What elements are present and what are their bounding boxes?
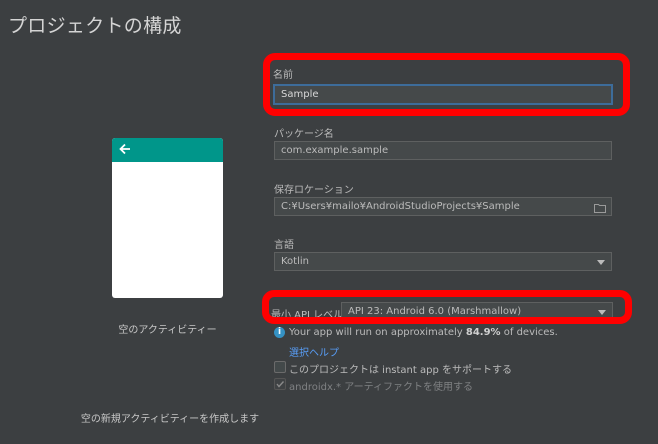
instant-app-label[interactable]: このプロジェクトは instant app をサポートする xyxy=(289,361,512,376)
package-name-input[interactable]: com.example.sample xyxy=(274,141,612,160)
coverage-prefix: Your app will run on approximately xyxy=(289,327,466,338)
save-location-value: C:¥Users¥mailo¥AndroidStudioProjects¥Sam… xyxy=(281,201,520,212)
language-value: Kotlin xyxy=(281,256,309,267)
arrow-left-icon xyxy=(118,142,132,159)
save-location-label: 保存ロケーション xyxy=(274,185,354,196)
language-select[interactable]: Kotlin xyxy=(274,252,612,271)
info-icon: i xyxy=(274,327,285,338)
androidx-checkbox[interactable] xyxy=(274,378,286,390)
check-icon xyxy=(276,381,285,388)
min-api-highlight xyxy=(262,290,632,324)
chevron-down-icon xyxy=(597,260,605,265)
coverage-percent: 84.9% xyxy=(465,327,501,338)
device-coverage-text: Your app will run on approximately 84.9%… xyxy=(289,327,558,338)
activity-description: 空の新規アクティビティーを作成します xyxy=(80,414,260,425)
folder-icon[interactable] xyxy=(594,202,606,219)
save-location-input[interactable]: C:¥Users¥mailo¥AndroidStudioProjects¥Sam… xyxy=(274,197,612,216)
language-label: 言語 xyxy=(274,240,294,251)
page-title: プロジェクトの構成 xyxy=(8,15,182,37)
androidx-label: androidx.* アーティファクトを使用する xyxy=(289,382,474,393)
instant-app-checkbox[interactable] xyxy=(274,361,286,373)
preview-toolbar xyxy=(112,138,223,162)
activity-preview xyxy=(112,138,223,298)
coverage-suffix: of devices. xyxy=(500,327,558,338)
help-link[interactable]: 選択ヘルプ xyxy=(289,344,339,359)
activity-caption: 空のアクティビティー xyxy=(118,325,217,336)
package-label: パッケージ名 xyxy=(274,129,334,140)
name-highlight xyxy=(263,53,630,116)
